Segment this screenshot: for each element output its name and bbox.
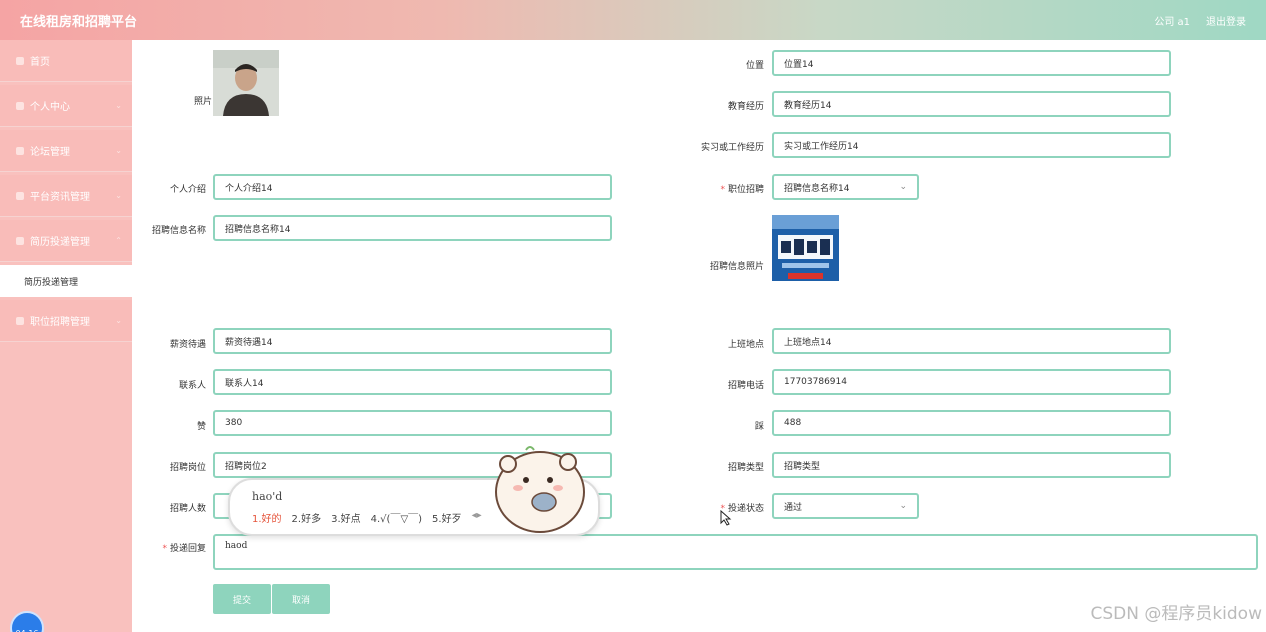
job-name-label: 招聘信息名称 bbox=[151, 226, 206, 236]
salary-input[interactable]: 薪资待遇14 bbox=[213, 328, 612, 354]
chevron-up-icon: ⌃ bbox=[115, 236, 122, 245]
ime-candidate[interactable]: 1.好的 bbox=[252, 510, 282, 525]
location-input[interactable]: 位置14 bbox=[772, 50, 1171, 76]
salary-label: 薪资待遇 bbox=[169, 340, 206, 350]
reply-textarea[interactable]: haod bbox=[213, 534, 1258, 570]
contact-input[interactable]: 联系人14 bbox=[213, 369, 612, 395]
watermark: CSDN @程序员kidow bbox=[1090, 604, 1262, 624]
cancel-button[interactable]: 取消 bbox=[272, 584, 330, 614]
intro-input[interactable]: 个人介绍14 bbox=[213, 174, 612, 200]
ime-candidate[interactable]: 4.√(￣▽￣) bbox=[371, 510, 422, 525]
app-title: 在线租房和招聘平台 bbox=[20, 14, 138, 30]
education-label: 教育经历 bbox=[727, 102, 764, 112]
job-photo[interactable] bbox=[772, 215, 839, 281]
dislike-input[interactable]: 488 bbox=[772, 410, 1171, 436]
home-icon bbox=[16, 56, 24, 65]
post-label: 招聘岗位 bbox=[169, 463, 206, 473]
job-select[interactable]: 招聘信息名称14 ⌄ bbox=[772, 174, 919, 200]
form-area: 照片 个人介绍 个人介绍14 招聘信息名称 招聘信息名称14 薪资待遇 薪资待遇… bbox=[132, 40, 1266, 632]
chevron-down-icon: ⌄ bbox=[115, 101, 122, 110]
list-icon bbox=[16, 191, 24, 200]
ime-candidate[interactable]: 3.好点 bbox=[331, 510, 361, 525]
phone-label: 招聘电话 bbox=[727, 381, 764, 391]
experience-input[interactable]: 实习或工作经历14 bbox=[772, 132, 1171, 158]
ime-candidate[interactable]: 5.好歹 bbox=[432, 510, 462, 525]
job-label: * 职位招聘 bbox=[720, 185, 764, 195]
job-photo-label: 招聘信息照片 bbox=[709, 262, 764, 272]
list-icon bbox=[16, 146, 24, 155]
bear-mascot-icon bbox=[495, 446, 585, 533]
dislike-label: 踩 bbox=[754, 422, 764, 432]
sidebar-item-forum[interactable]: 论坛管理 ⌄ bbox=[0, 130, 132, 172]
ime-candidate[interactable]: 2.好多 bbox=[292, 510, 322, 525]
chevron-down-icon: ⌄ bbox=[115, 316, 122, 325]
photo-label: 照片 bbox=[193, 97, 212, 107]
sidebar-item-news[interactable]: 平台资讯管理 ⌄ bbox=[0, 175, 132, 217]
ime-pinyin: hao'd bbox=[252, 490, 283, 503]
user-icon bbox=[16, 101, 24, 110]
sidebar-item-home[interactable]: 首页 bbox=[0, 40, 132, 82]
mouse-cursor-icon bbox=[720, 510, 732, 526]
phone-input[interactable]: 17703786914 bbox=[772, 369, 1171, 395]
logout-link[interactable]: 退出登录 bbox=[1206, 13, 1246, 28]
profile-photo[interactable] bbox=[213, 50, 279, 116]
status-select[interactable]: 通过 ⌄ bbox=[772, 493, 919, 519]
sidebar-item-profile[interactable]: 个人中心 ⌄ bbox=[0, 85, 132, 127]
workplace-input[interactable]: 上班地点14 bbox=[772, 328, 1171, 354]
like-label: 赞 bbox=[196, 422, 206, 432]
sidebar-item-resume[interactable]: 简历投递管理 ⌃ bbox=[0, 220, 132, 262]
reply-label: * 投递回复 bbox=[162, 544, 206, 554]
type-label: 招聘类型 bbox=[727, 463, 764, 473]
intro-label: 个人介绍 bbox=[169, 185, 206, 195]
count-label: 招聘人数 bbox=[169, 504, 206, 514]
like-input[interactable]: 380 bbox=[213, 410, 612, 436]
job-name-input[interactable]: 招聘信息名称14 bbox=[213, 215, 612, 241]
sidebar: 首页 个人中心 ⌄ 论坛管理 ⌄ 平台资讯管理 ⌄ 简历投递管理 ⌃ 简历投递管理 职位… bbox=[0, 40, 132, 632]
ime-page-arrows-icon[interactable]: ◂▸ bbox=[472, 510, 482, 525]
experience-label: 实习或工作经历 bbox=[700, 143, 764, 153]
location-label: 位置 bbox=[745, 61, 764, 71]
submit-button[interactable]: 提交 bbox=[213, 584, 271, 614]
chevron-down-icon: ⌄ bbox=[115, 191, 122, 200]
education-input[interactable]: 教育经历14 bbox=[772, 91, 1171, 117]
workplace-label: 上班地点 bbox=[727, 340, 764, 350]
sidebar-item-jobs[interactable]: 职位招聘管理 ⌄ bbox=[0, 300, 132, 342]
current-user: 公司 a1 bbox=[1154, 16, 1190, 28]
chevron-down-icon: ⌄ bbox=[899, 501, 907, 511]
list-icon bbox=[16, 316, 24, 325]
sidebar-subitem-resume[interactable]: 简历投递管理 bbox=[0, 265, 132, 297]
ime-candidates: 1.好的 2.好多 3.好点 4.√(￣▽￣) 5.好歹 ◂▸ bbox=[252, 510, 482, 525]
type-input[interactable]: 招聘类型 bbox=[772, 452, 1171, 478]
chevron-down-icon: ⌄ bbox=[115, 146, 122, 155]
clock-badge: 04:16 bbox=[10, 611, 44, 632]
list-icon bbox=[16, 236, 24, 245]
chevron-down-icon: ⌄ bbox=[899, 182, 907, 192]
top-bar: 在线租房和招聘平台 公司 a1 退出登录 bbox=[0, 0, 1266, 40]
contact-label: 联系人 bbox=[178, 381, 206, 391]
